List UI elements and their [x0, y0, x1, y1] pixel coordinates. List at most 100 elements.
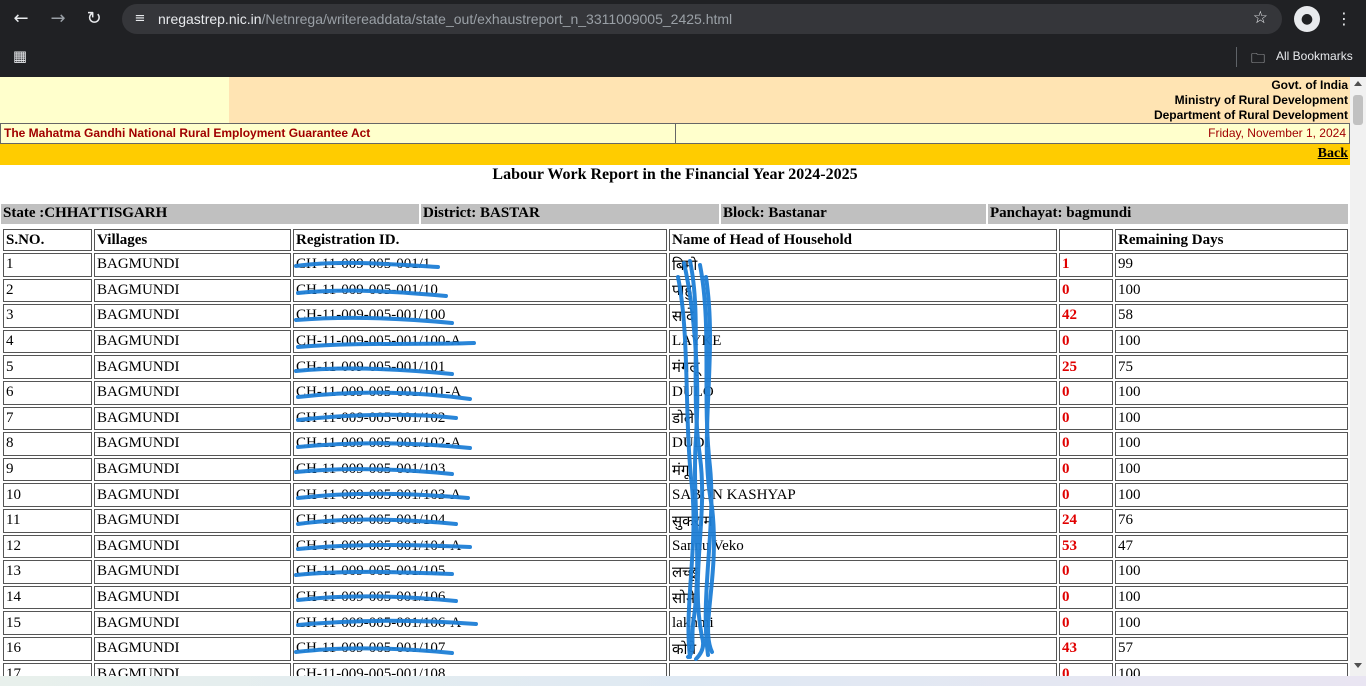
act-row: The Mahatma Gandhi National Rural Employ…: [0, 123, 1350, 144]
cell-village: BAGMUNDI: [94, 585, 291, 610]
cell-head-of-household: DUDI: [669, 432, 1057, 456]
labour-report-table: S.NO. Villages Registration ID. Name of …: [1, 227, 1350, 676]
url-path: /Netnrega/writereaddata/state_out/exhaus…: [261, 11, 733, 27]
header-banner: Govt. of India Ministry of Rural Develop…: [0, 77, 1350, 123]
arrow-left-icon[interactable]: ←: [9, 7, 33, 31]
cell-sno: 8: [3, 432, 92, 456]
cell-sno: 9: [3, 457, 92, 482]
apps-grid-icon[interactable]: ▦: [11, 47, 29, 65]
cell-days-used: 0: [1059, 662, 1113, 676]
cell-head-of-household: [669, 662, 1057, 676]
cell-days-used: 0: [1059, 483, 1113, 507]
cell-sno: 1: [3, 253, 92, 277]
table-row: 7 BAGMUNDI CH-11-009-005-001/102 डोले 0 100: [3, 406, 1348, 431]
table-row: 15 BAGMUNDI CH-11-009-005-001/106-A lakhmi 0…: [3, 611, 1348, 635]
header-villages: Villages: [94, 229, 291, 251]
cell-remaining-days: 100: [1115, 406, 1348, 431]
cell-remaining-days: 100: [1115, 483, 1348, 507]
cell-sno: 6: [3, 380, 92, 405]
cell-days-used: 0: [1059, 560, 1113, 584]
act-title: The Mahatma Gandhi National Rural Employ…: [4, 126, 371, 140]
report-title: Labour Work Report in the Financial Year…: [492, 166, 858, 183]
govt-of-india-text: Govt. of India: [1271, 78, 1348, 92]
cell-registration-id: CH-11-009-005-001/101: [293, 355, 667, 379]
cell-days-used: 24: [1059, 508, 1113, 533]
header-registration: Registration ID.: [293, 229, 667, 251]
header-sno: S.NO.: [3, 229, 92, 251]
cell-sno: 2: [3, 278, 92, 303]
browser-toolbar: ← → ↻ ≡ nregastrep.nic.in/Netnrega/write…: [0, 0, 1366, 38]
cell-remaining-days: 100: [1115, 432, 1348, 456]
cell-head-of-household: सुकराम: [669, 508, 1057, 533]
cell-head-of-household: सादे: [669, 304, 1057, 328]
back-link[interactable]: Back: [1318, 146, 1348, 162]
cell-remaining-days: 57: [1115, 636, 1348, 661]
cell-registration-id: CH-11-009-005-001/106: [293, 585, 667, 610]
browser-chrome: ← → ↻ ≡ nregastrep.nic.in/Netnrega/write…: [0, 0, 1366, 77]
cell-village: BAGMUNDI: [94, 355, 291, 379]
cell-registration-id: CH-11-009-005-001/103-A: [293, 483, 667, 507]
folder-icon[interactable]: 🗀: [1251, 48, 1265, 72]
cell-days-used: 53: [1059, 534, 1113, 559]
cell-days-used: 0: [1059, 278, 1113, 303]
cell-village: BAGMUNDI: [94, 278, 291, 303]
table-row: 13 BAGMUNDI CH-11-009-005-001/105 लच्छू 0 100: [3, 560, 1348, 584]
cell-sno: 3: [3, 304, 92, 328]
cell-remaining-days: 100: [1115, 585, 1348, 610]
scroll-up-arrow-icon[interactable]: [1354, 81, 1362, 86]
cell-village: BAGMUNDI: [94, 304, 291, 328]
star-icon[interactable]: ☆: [1253, 8, 1268, 28]
panchayat-label: Panchayat: bagmundi: [990, 205, 1132, 221]
cell-registration-id: CH-11-009-005-001/104-A: [293, 534, 667, 559]
cell-remaining-days: 100: [1115, 662, 1348, 676]
cell-sno: 13: [3, 560, 92, 584]
tune-icon[interactable]: ≡: [130, 9, 150, 29]
person-icon[interactable]: ●: [1294, 6, 1320, 32]
kebab-menu-icon[interactable]: ⋮: [1334, 7, 1354, 31]
scrollbar-thumb[interactable]: [1353, 95, 1363, 125]
address-bar[interactable]: ≡ nregastrep.nic.in/Netnrega/writereadda…: [122, 4, 1282, 34]
cell-days-used: 0: [1059, 457, 1113, 482]
block-label: Block: Bastanar: [721, 204, 988, 224]
table-row: 6 BAGMUNDI CH-11-009-005-001/101-A DULO 0 100: [3, 380, 1348, 405]
date-cell: Friday, November 1, 2024: [675, 123, 1350, 144]
table-row: 10 BAGMUNDI CH-11-009-005-001/103-A SABON K…: [3, 483, 1348, 507]
cell-village: BAGMUNDI: [94, 662, 291, 676]
cell-village: BAGMUNDI: [94, 534, 291, 559]
cell-village: BAGMUNDI: [94, 329, 291, 354]
cell-head-of-household: LAYKE: [669, 329, 1057, 354]
nav-bar: Back: [0, 144, 1350, 165]
table-row: 16 BAGMUNDI CH-11-009-005-001/107 कोये 43 57: [3, 636, 1348, 661]
cell-sno: 17: [3, 662, 92, 676]
cell-village: BAGMUNDI: [94, 253, 291, 277]
act-title-cell: The Mahatma Gandhi National Rural Employ…: [0, 123, 676, 144]
cell-head-of-household: बिमो: [669, 253, 1057, 277]
reload-icon[interactable]: ↻: [82, 7, 106, 31]
banner-left-panel: [0, 77, 229, 123]
cell-days-used: 0: [1059, 329, 1113, 354]
table-row: 17 BAGMUNDI CH-11-009-005-001/108 0 100: [3, 662, 1348, 676]
all-bookmarks-link[interactable]: All Bookmarks: [1276, 49, 1353, 63]
cell-village: BAGMUNDI: [94, 432, 291, 456]
scroll-down-arrow-icon[interactable]: [1354, 663, 1362, 668]
cell-village: BAGMUNDI: [94, 508, 291, 533]
table-row: 14 BAGMUNDI CH-11-009-005-001/106 सोमे 0 100: [3, 585, 1348, 610]
cell-days-used: 43: [1059, 636, 1113, 661]
cell-head-of-household: पाहु: [669, 278, 1057, 303]
cell-sno: 15: [3, 611, 92, 635]
cell-registration-id: CH-11-009-005-001/100-A: [293, 329, 667, 354]
cell-remaining-days: 76: [1115, 508, 1348, 533]
header-remaining-days: Remaining Days: [1115, 229, 1348, 251]
url-text[interactable]: nregastrep.nic.in/Netnrega/writereaddata…: [158, 11, 732, 27]
cell-registration-id: CH-11-009-005-001/107: [293, 636, 667, 661]
arrow-right-icon[interactable]: →: [46, 7, 70, 31]
department-text: Department of Rural Development: [1153, 108, 1348, 122]
district-label: District: BASTAR: [421, 204, 721, 224]
cell-registration-id: CH-11-009-005-001/1: [293, 253, 667, 277]
cell-remaining-days: 100: [1115, 380, 1348, 405]
cell-registration-id: CH-11-009-005-001/104: [293, 508, 667, 533]
page-scrollbar[interactable]: [1350, 77, 1366, 676]
table-row: 3 BAGMUNDI CH-11-009-005-001/100 सादे 42 58: [3, 304, 1348, 328]
cell-village: BAGMUNDI: [94, 483, 291, 507]
cell-remaining-days: 47: [1115, 534, 1348, 559]
